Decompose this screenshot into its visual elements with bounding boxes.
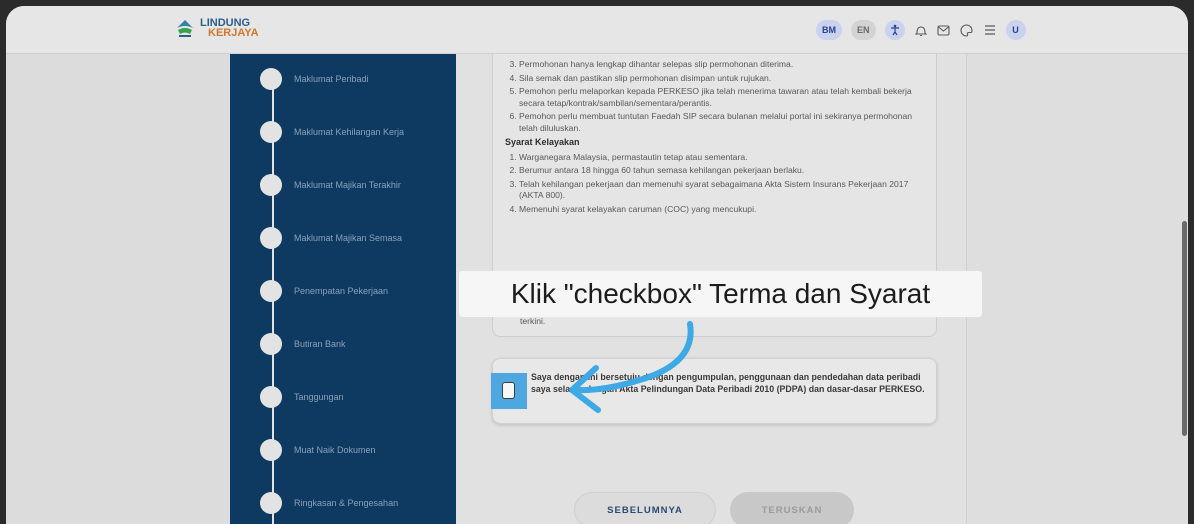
- step-penempatan-pekerjaan[interactable]: Penempatan Pekerjaan: [260, 280, 388, 302]
- eligibility-item: Telah kehilangan pekerjaan dan memenuhi …: [519, 179, 924, 202]
- menu-icon[interactable]: [983, 23, 997, 37]
- step-majikan-terakhir[interactable]: Maklumat Majikan Terakhir: [260, 174, 401, 196]
- step-ringkasan-pengesahan[interactable]: Ringkasan & Pengesahan: [260, 492, 398, 514]
- step-label: Penempatan Pekerjaan: [294, 286, 389, 296]
- step-label: Ringkasan & Pengesahan: [294, 498, 399, 508]
- terms-item: Permohonan hanya lengkap dihantar selepa…: [519, 59, 924, 71]
- right-panel: [966, 54, 1188, 524]
- eligibility-heading: Syarat Kelayakan: [505, 137, 580, 147]
- palette-icon[interactable]: [960, 23, 974, 37]
- previous-button[interactable]: SEBELUMNYA: [574, 492, 716, 524]
- step-maklumat-peribadi[interactable]: Maklumat Peribadi: [260, 68, 369, 90]
- step-dot: [260, 280, 282, 302]
- step-dot: [260, 386, 282, 408]
- step-label: Maklumat Kehilangan Kerja: [294, 127, 405, 137]
- user-avatar[interactable]: U: [1005, 20, 1026, 40]
- tutorial-tooltip: Klik "checkbox" Terma dan Syarat: [459, 271, 982, 317]
- terms-item: Pemohon perlu membuat tuntutan Faedah SI…: [519, 111, 924, 134]
- accessibility-icon[interactable]: [884, 20, 905, 40]
- header-actions: BM EN U: [816, 20, 1026, 40]
- terms-item: Pemohon perlu melaporkan kepada PERKESO …: [519, 86, 924, 109]
- terms-item: Sila semak dan pastikan slip permohonan …: [519, 73, 924, 85]
- logo-mark-icon: [174, 18, 196, 38]
- step-kehilangan-kerja[interactable]: Maklumat Kehilangan Kerja: [260, 121, 404, 143]
- scrollbar[interactable]: [1182, 221, 1187, 436]
- continue-button[interactable]: TERUSKAN: [730, 492, 854, 524]
- lindung-kerjaya-logo[interactable]: LINDUNG KERJAYA: [174, 18, 259, 39]
- eligibility-item: Memenuhi syarat kelayakan caruman (COC) …: [519, 204, 924, 216]
- top-header: LINDUNG KERJAYA BM EN U: [6, 6, 1188, 54]
- eligibility-item: Warganegara Malaysia, permastautin tetap…: [519, 152, 924, 164]
- terms-fragment: terkini.: [520, 316, 546, 326]
- step-muat-naik-dokumen[interactable]: Muat Naik Dokumen: [260, 439, 376, 461]
- logo-text: LINDUNG KERJAYA: [200, 18, 259, 39]
- step-dot: [260, 492, 282, 514]
- bell-icon[interactable]: [914, 23, 928, 37]
- logo-line2: KERJAYA: [208, 27, 259, 39]
- step-dot: [260, 439, 282, 461]
- step-label: Muat Naik Dokumen: [294, 445, 376, 455]
- app-window: LINDUNG KERJAYA BM EN U Maklumat Peribad…: [6, 6, 1188, 524]
- mail-icon[interactable]: [937, 23, 951, 37]
- step-butiran-bank[interactable]: Butiran Bank: [260, 333, 346, 355]
- eligibility-list: Warganegara Malaysia, permastautin tetap…: [505, 152, 924, 216]
- step-label: Maklumat Peribadi: [294, 74, 369, 84]
- step-dot: [260, 174, 282, 196]
- step-label: Maklumat Majikan Terakhir: [294, 180, 401, 190]
- consent-checkbox[interactable]: [502, 382, 515, 399]
- terms-list: Permohonan hanya lengkap dihantar selepa…: [505, 59, 924, 134]
- eligibility-item: Berumur antara 18 hingga 60 tahun semasa…: [519, 165, 924, 177]
- step-tanggungan[interactable]: Tanggungan: [260, 386, 344, 408]
- step-label: Maklumat Majikan Semasa: [294, 233, 403, 243]
- step-sidebar: Maklumat Peribadi Maklumat Kehilangan Ke…: [230, 54, 456, 524]
- consent-text: Saya dengan ini bersetuju dengan pengump…: [531, 372, 925, 394]
- consent-card: Saya dengan ini bersetuju dengan pengump…: [492, 358, 937, 424]
- step-label: Tanggungan: [294, 392, 344, 402]
- step-dot: [260, 68, 282, 90]
- step-dot: [260, 227, 282, 249]
- lang-bm-button[interactable]: BM: [816, 20, 842, 40]
- step-label: Butiran Bank: [294, 339, 346, 349]
- step-dot: [260, 121, 282, 143]
- step-majikan-semasa[interactable]: Maklumat Majikan Semasa: [260, 227, 402, 249]
- lang-en-button[interactable]: EN: [851, 20, 876, 40]
- step-dot: [260, 333, 282, 355]
